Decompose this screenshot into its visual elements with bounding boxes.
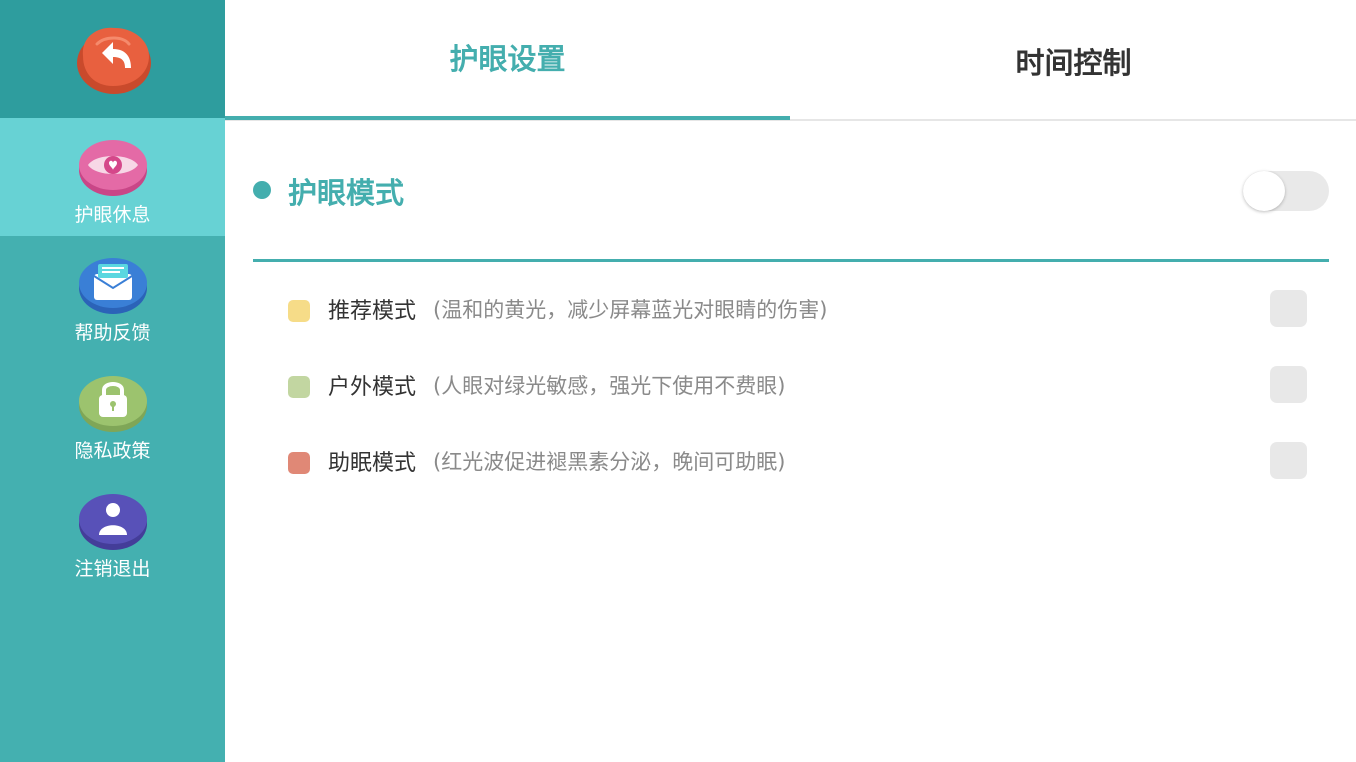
user-icon (79, 494, 147, 550)
green-swatch (288, 376, 310, 398)
active-tab-indicator (225, 116, 790, 120)
section-title: 护眼模式 (288, 176, 405, 210)
eye-heart-icon (79, 140, 147, 196)
sidebar-item-label: 帮助反馈 (74, 322, 151, 344)
mode-row-outdoor: 户外模式 (人眼对绿光敏感，强光下使用不费眼) (288, 365, 1308, 405)
sidebar: 护眼休息 帮助反馈 隐私政策 注销退出 (0, 0, 225, 762)
sidebar-item-help-feedback[interactable]: 帮助反馈 (0, 236, 225, 354)
mode-checkbox[interactable] (1270, 366, 1307, 403)
tab-eye-settings[interactable]: 护眼设置 (225, 0, 790, 121)
mode-name: 户外模式 (328, 375, 417, 400)
lock-icon (79, 376, 147, 432)
mode-row-sleep: 助眠模式 (红光波促进褪黑素分泌，晚间可助眠) (288, 441, 1308, 481)
sidebar-item-label: 注销退出 (74, 558, 151, 580)
toggle-knob (1243, 171, 1285, 211)
back-area (0, 0, 225, 118)
mode-description: (温和的黄光，减少屏幕蓝光对眼睛的伤害) (433, 298, 828, 322)
sidebar-item-label: 隐私政策 (74, 440, 151, 462)
yellow-swatch (288, 300, 310, 322)
tab-label: 护眼设置 (449, 42, 566, 76)
sidebar-item-eye-rest[interactable]: 护眼休息 (0, 118, 225, 236)
tab-label: 时间控制 (1015, 46, 1132, 80)
back-button[interactable] (75, 22, 153, 96)
mode-checkbox[interactable] (1270, 442, 1307, 479)
sidebar-item-label: 护眼休息 (74, 204, 151, 226)
mode-description: (红光波促进褪黑素分泌，晚间可助眠) (433, 450, 786, 474)
mode-checkbox[interactable] (1270, 290, 1307, 327)
mode-name: 助眠模式 (328, 451, 417, 476)
mode-row-recommended: 推荐模式 (温和的黄光，减少屏幕蓝光对眼睛的伤害) (288, 289, 1308, 329)
tab-bar: 护眼设置 时间控制 (225, 0, 1356, 121)
sidebar-item-privacy-policy[interactable]: 隐私政策 (0, 354, 225, 472)
tab-time-control[interactable]: 时间控制 (791, 0, 1356, 121)
sidebar-item-logout[interactable]: 注销退出 (0, 472, 225, 590)
back-arrow-icon (77, 27, 151, 94)
envelope-icon (79, 258, 147, 314)
mode-name: 推荐模式 (328, 299, 417, 324)
mode-description: (人眼对绿光敏感，强光下使用不费眼) (433, 374, 786, 398)
red-swatch (288, 452, 310, 474)
section-dot (253, 181, 271, 199)
eye-mode-toggle[interactable] (1243, 171, 1329, 211)
eye-mode-section: 护眼模式 (253, 150, 1329, 262)
